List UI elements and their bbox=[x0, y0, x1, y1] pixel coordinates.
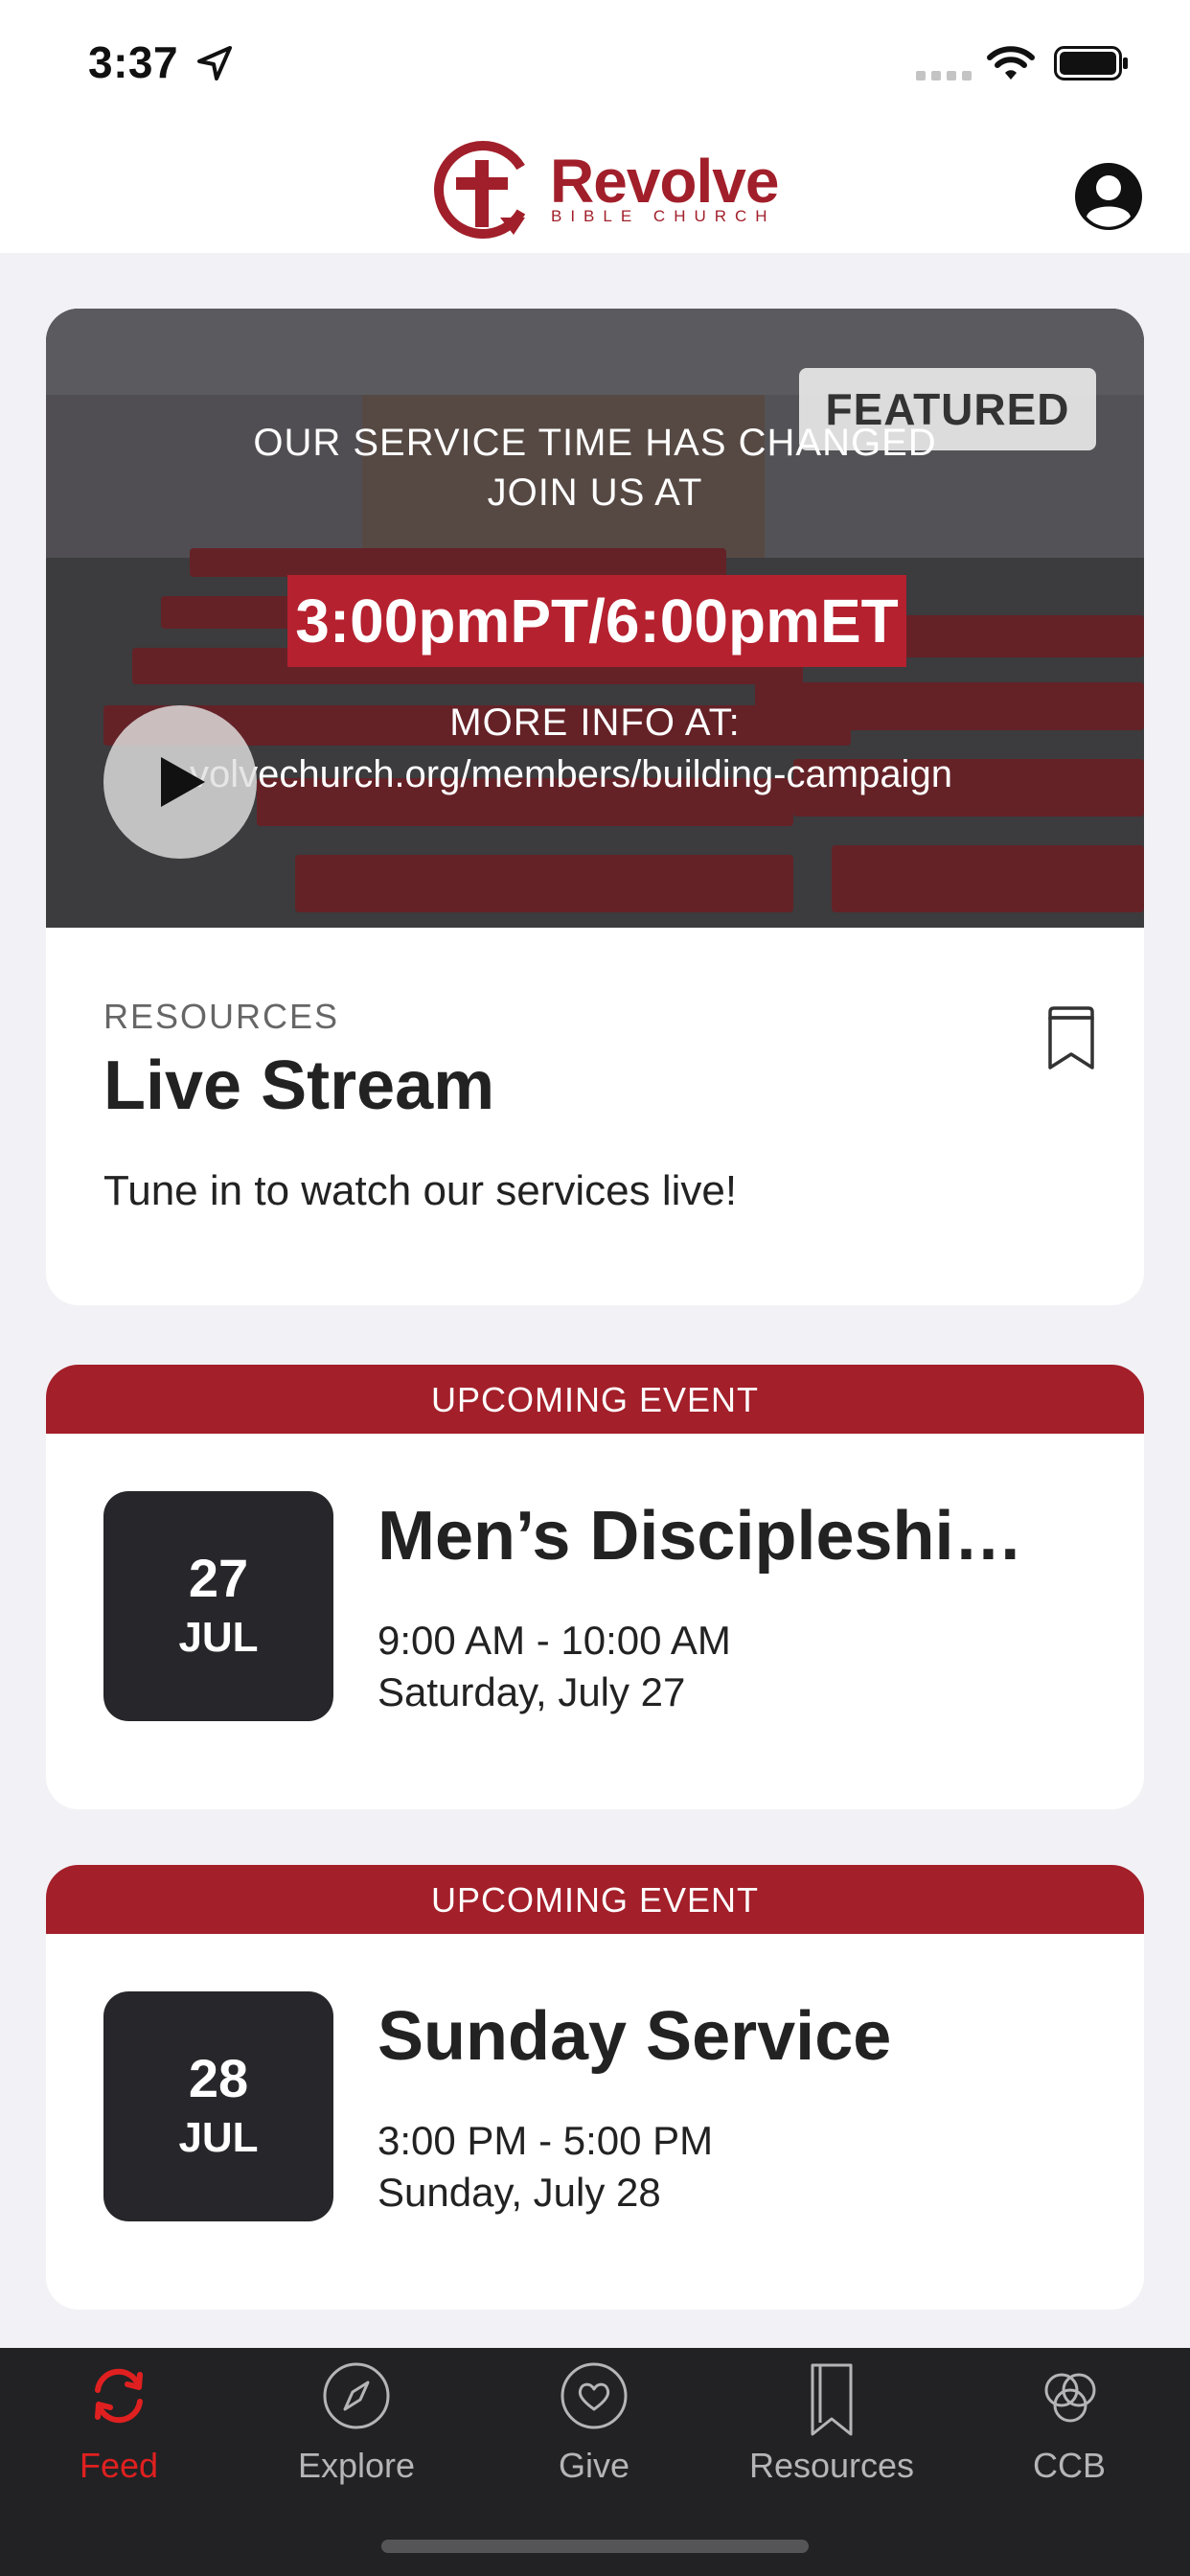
status-time: 3:37 bbox=[88, 37, 179, 87]
event-date-box: 28 JUL bbox=[103, 1991, 333, 2221]
wifi-icon bbox=[987, 46, 1035, 80]
event-date: Saturday, July 27 bbox=[378, 1669, 686, 1714]
featured-card[interactable]: FEATURED OUR SERVICE TIME HAS CHANGED JO… bbox=[46, 309, 1144, 1305]
compass-icon bbox=[323, 2362, 390, 2429]
event-card[interactable]: UPCOMING EVENT 27 JUL Men’s Discipleshi…… bbox=[46, 1365, 1144, 1809]
heart-icon bbox=[561, 2362, 628, 2429]
featured-title: Live Stream bbox=[103, 1047, 495, 1124]
event-card[interactable]: UPCOMING EVENT 28 JUL Sunday Service 3:0… bbox=[46, 1865, 1144, 2310]
hero-text-line1: OUR SERVICE TIME HAS CHANGED bbox=[253, 422, 937, 464]
event-month: JUL bbox=[178, 2114, 259, 2161]
event-time: 9:00 AM - 10:00 AM bbox=[378, 1618, 731, 1663]
tab-explore[interactable]: Explore bbox=[238, 2348, 475, 2520]
location-arrow-icon bbox=[197, 46, 232, 80]
tab-label: CCB bbox=[1032, 2446, 1106, 2485]
play-button[interactable] bbox=[103, 705, 257, 859]
tab-resources[interactable]: Resources bbox=[713, 2348, 950, 2520]
tab-label: Feed bbox=[79, 2446, 159, 2485]
hero-service-time: 3:00pmPT/6:00pmET bbox=[287, 575, 906, 667]
logo-name: Revolve bbox=[550, 147, 779, 216]
cellular-signal-icon bbox=[916, 71, 972, 80]
tab-label: Give bbox=[558, 2446, 630, 2485]
play-icon bbox=[161, 757, 205, 807]
hero-url-text: volvechurch.org/members/building-campaig… bbox=[190, 753, 952, 795]
status-bar: 3:37 bbox=[0, 0, 1190, 126]
event-day: 28 bbox=[188, 2048, 249, 2108]
event-title: Men’s Discipleshi… bbox=[378, 1498, 1023, 1575]
featured-category: RESOURCES bbox=[103, 997, 340, 1036]
circles-icon bbox=[1044, 2373, 1096, 2423]
tab-label: Resources bbox=[748, 2446, 915, 2485]
bookmark-icon bbox=[811, 2363, 853, 2436]
event-month: JUL bbox=[178, 1614, 259, 1661]
bookmark-icon[interactable] bbox=[1044, 1004, 1098, 1071]
event-title: Sunday Service bbox=[378, 1998, 892, 2075]
event-date-box: 27 JUL bbox=[103, 1491, 333, 1721]
feed-icon bbox=[95, 2368, 143, 2424]
tab-feed[interactable]: Feed bbox=[0, 2348, 238, 2520]
event-banner: UPCOMING EVENT bbox=[46, 1365, 1144, 1434]
home-indicator bbox=[381, 2540, 809, 2553]
event-date: Sunday, July 28 bbox=[378, 2170, 661, 2215]
event-time: 3:00 PM - 5:00 PM bbox=[378, 2118, 714, 2163]
logo-subtitle: BIBLE CHURCH bbox=[551, 207, 776, 225]
hero-text-line2: JOIN US AT bbox=[487, 472, 703, 514]
event-day: 27 bbox=[188, 1548, 249, 1608]
event-banner: UPCOMING EVENT bbox=[46, 1865, 1144, 1934]
featured-description: Tune in to watch our services live! bbox=[103, 1167, 738, 1214]
tab-ccb[interactable]: CCB bbox=[950, 2348, 1188, 2520]
profile-icon[interactable] bbox=[1073, 161, 1144, 232]
featured-hero-image[interactable]: FEATURED OUR SERVICE TIME HAS CHANGED JO… bbox=[46, 309, 1144, 928]
tab-give[interactable]: Give bbox=[475, 2348, 713, 2520]
battery-icon bbox=[1054, 46, 1128, 80]
tab-label: Explore bbox=[297, 2446, 416, 2485]
